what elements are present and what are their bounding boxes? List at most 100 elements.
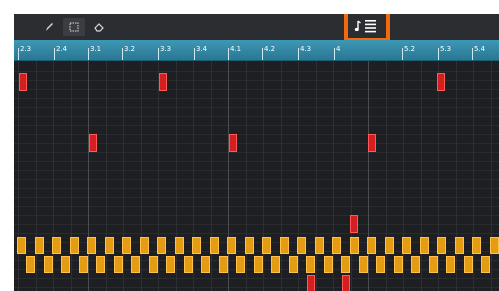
note-red[interactable] bbox=[307, 275, 315, 291]
note-orange[interactable] bbox=[271, 256, 280, 273]
note-red[interactable] bbox=[19, 73, 27, 91]
marquee-select-icon bbox=[69, 22, 79, 32]
grid-bar-line bbox=[368, 61, 369, 291]
grid-beat-line bbox=[246, 61, 247, 291]
pencil-tool-button[interactable] bbox=[38, 18, 60, 36]
note-orange[interactable] bbox=[245, 237, 254, 254]
note-red[interactable] bbox=[229, 134, 237, 152]
grid-row-line bbox=[14, 179, 499, 180]
note-red[interactable] bbox=[368, 134, 376, 152]
grid-row-line bbox=[14, 278, 499, 279]
ruler-label: 4.3 bbox=[300, 45, 312, 53]
eraser-tool-button[interactable] bbox=[88, 18, 110, 36]
note-orange[interactable] bbox=[420, 237, 429, 254]
grid-beat-line bbox=[71, 61, 72, 291]
grid-row-line bbox=[14, 188, 499, 189]
note-orange[interactable] bbox=[157, 237, 166, 254]
note-orange[interactable] bbox=[350, 237, 359, 254]
note-orange[interactable] bbox=[87, 237, 96, 254]
grid-row-line bbox=[14, 125, 499, 126]
note-orange[interactable] bbox=[35, 237, 44, 254]
note-orange[interactable] bbox=[52, 237, 61, 254]
timeline-ruler[interactable]: 2.3 2.4 3.1 3.2 3.3 3.4 4.1 4.2 4.3 4 5.2 5.3 5.4 bbox=[14, 40, 499, 61]
ruler-tick bbox=[88, 48, 89, 60]
note-orange[interactable] bbox=[437, 237, 446, 254]
note-orange[interactable] bbox=[44, 256, 53, 273]
note-orange[interactable] bbox=[122, 237, 131, 254]
note-orange[interactable] bbox=[429, 256, 438, 273]
eraser-icon bbox=[94, 23, 104, 32]
ruler-tick bbox=[122, 48, 123, 60]
note-orange[interactable] bbox=[341, 256, 350, 273]
grid-beat-line bbox=[386, 61, 387, 291]
note-red[interactable] bbox=[159, 73, 167, 91]
note-orange[interactable] bbox=[464, 256, 473, 273]
note-orange[interactable] bbox=[315, 237, 324, 254]
note-orange[interactable] bbox=[184, 256, 193, 273]
ruler-label: 3.1 bbox=[90, 45, 102, 53]
note-red[interactable] bbox=[437, 73, 445, 91]
note-orange[interactable] bbox=[61, 256, 70, 273]
note-orange[interactable] bbox=[359, 256, 368, 273]
note-orange[interactable] bbox=[385, 237, 394, 254]
note-orange[interactable] bbox=[70, 237, 79, 254]
note-orange[interactable] bbox=[175, 237, 184, 254]
grid-beat-line bbox=[298, 61, 299, 291]
note-orange[interactable] bbox=[166, 256, 175, 273]
grid-row-line bbox=[14, 161, 499, 162]
grid-row-line bbox=[14, 287, 499, 288]
note-orange[interactable] bbox=[306, 256, 315, 273]
note-orange[interactable] bbox=[394, 256, 403, 273]
note-orange[interactable] bbox=[96, 256, 105, 273]
note-orange[interactable] bbox=[26, 256, 35, 273]
select-tool-button[interactable] bbox=[63, 18, 85, 36]
note-red[interactable] bbox=[350, 215, 358, 233]
note-grid[interactable] bbox=[14, 61, 499, 291]
note-orange[interactable] bbox=[236, 256, 245, 273]
note-orange[interactable] bbox=[210, 237, 219, 254]
note-orange[interactable] bbox=[17, 237, 26, 254]
note-orange[interactable] bbox=[455, 237, 464, 254]
grid-row-line bbox=[14, 197, 499, 198]
note-orange[interactable] bbox=[280, 237, 289, 254]
note-orange[interactable] bbox=[289, 256, 298, 273]
ruler-tick bbox=[298, 48, 299, 60]
note-orange[interactable] bbox=[490, 237, 499, 254]
note-orange[interactable] bbox=[367, 237, 376, 254]
note-orange[interactable] bbox=[114, 256, 123, 273]
grid-row-line bbox=[14, 71, 499, 72]
grid-beat-line bbox=[316, 61, 317, 291]
piano-roll-editor[interactable]: 2.3 2.4 3.1 3.2 3.3 3.4 4.1 4.2 4.3 4 5.2 5.3 5.4 bbox=[14, 14, 499, 291]
grid-beat-line bbox=[106, 61, 107, 291]
grid-row-line bbox=[14, 98, 499, 99]
note-orange[interactable] bbox=[332, 237, 341, 254]
note-orange[interactable] bbox=[472, 237, 481, 254]
grid-beat-line bbox=[421, 61, 422, 291]
note-orange[interactable] bbox=[402, 237, 411, 254]
note-red[interactable] bbox=[342, 275, 350, 291]
note-orange[interactable] bbox=[219, 256, 228, 273]
note-red[interactable] bbox=[89, 134, 97, 152]
note-orange[interactable] bbox=[201, 256, 210, 273]
grid-beat-line bbox=[403, 61, 404, 291]
note-orange[interactable] bbox=[262, 237, 271, 254]
note-orange[interactable] bbox=[297, 237, 306, 254]
note-orange[interactable] bbox=[149, 256, 158, 273]
note-orange[interactable] bbox=[324, 256, 333, 273]
note-orange[interactable] bbox=[105, 237, 114, 254]
note-orange[interactable] bbox=[192, 237, 201, 254]
note-list-button[interactable] bbox=[344, 14, 390, 42]
grid-beat-line bbox=[141, 61, 142, 291]
note-orange[interactable] bbox=[131, 256, 140, 273]
note-orange[interactable] bbox=[376, 256, 385, 273]
ruler-label: 3.4 bbox=[196, 45, 208, 53]
note-orange[interactable] bbox=[227, 237, 236, 254]
note-orange[interactable] bbox=[481, 256, 490, 273]
grid-row-line bbox=[14, 80, 499, 81]
note-orange[interactable] bbox=[254, 256, 263, 273]
note-orange[interactable] bbox=[446, 256, 455, 273]
note-orange[interactable] bbox=[79, 256, 88, 273]
note-orange[interactable] bbox=[140, 237, 149, 254]
note-orange[interactable] bbox=[411, 256, 420, 273]
ruler-tick bbox=[402, 48, 403, 60]
